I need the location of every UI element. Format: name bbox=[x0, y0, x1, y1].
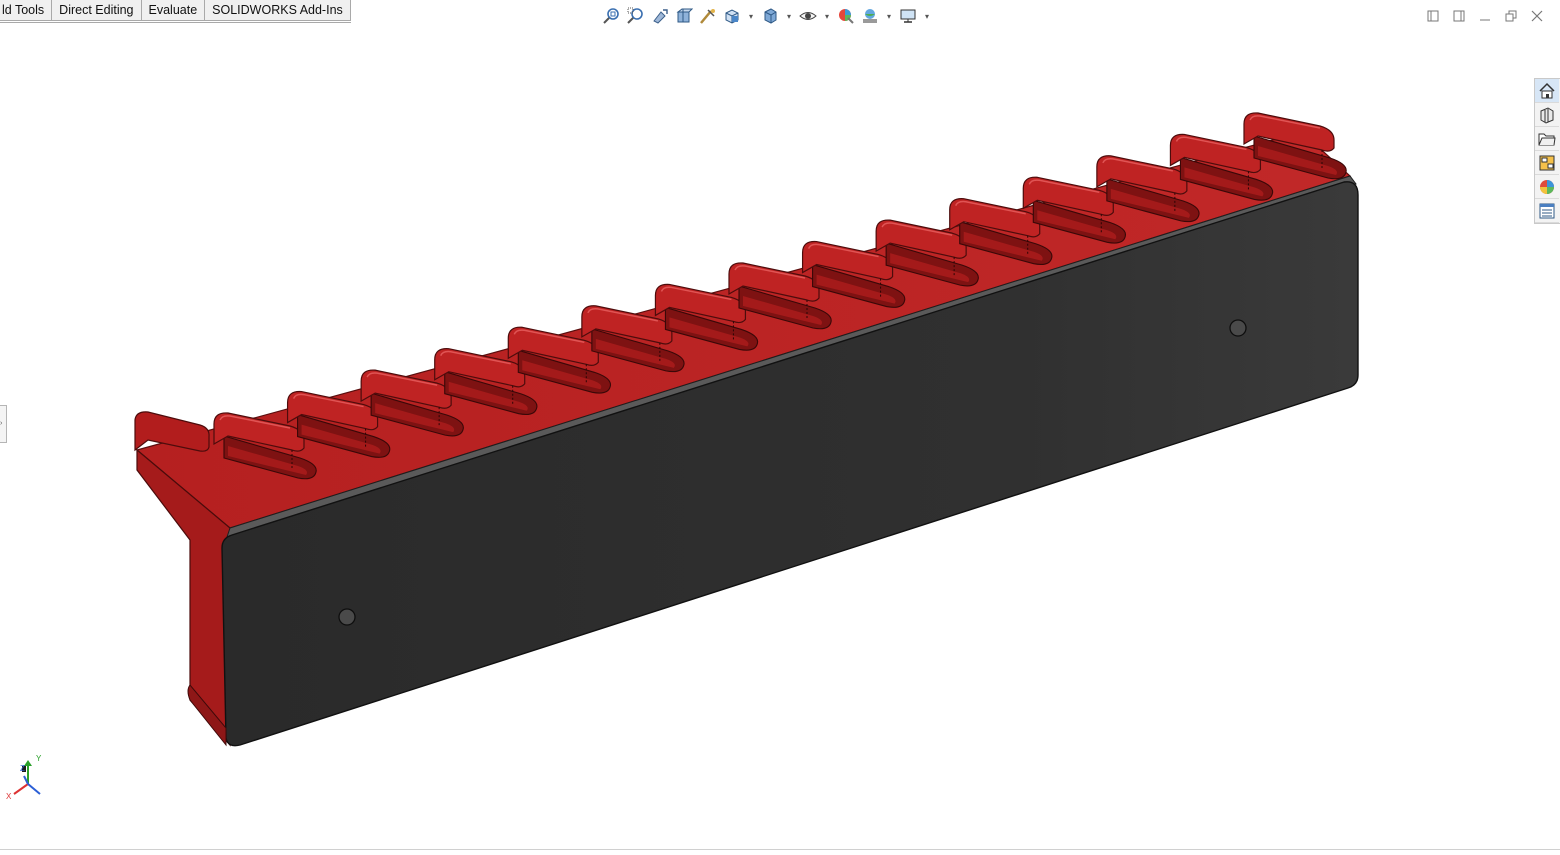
tab-weld-tools[interactable]: ld Tools bbox=[0, 0, 53, 21]
tab-evaluate[interactable]: Evaluate bbox=[141, 0, 206, 21]
hide-show-items-icon[interactable] bbox=[796, 5, 820, 27]
dynamic-annotation-icon[interactable] bbox=[696, 5, 720, 27]
zoom-to-area-icon[interactable] bbox=[624, 5, 648, 27]
solidworks-resources-icon[interactable] bbox=[1535, 79, 1559, 103]
graphics-area[interactable] bbox=[0, 0, 1560, 850]
feature-manager-collapse-handle[interactable]: › bbox=[0, 405, 7, 443]
chevron-down-icon: ▾ bbox=[748, 11, 753, 21]
chevron-down-icon: ▾ bbox=[924, 11, 929, 21]
end-tab bbox=[134, 411, 210, 452]
display-style-dropdown[interactable]: ▾ bbox=[782, 5, 796, 27]
chevron-down-icon: ▾ bbox=[886, 11, 891, 21]
apply-scene-icon[interactable] bbox=[858, 5, 882, 27]
view-settings-icon[interactable] bbox=[896, 5, 920, 27]
close-icon[interactable] bbox=[1524, 7, 1550, 25]
rack-body bbox=[134, 112, 1359, 747]
zoom-to-fit-icon[interactable] bbox=[600, 5, 624, 27]
command-manager-tabs: ld Tools Direct Editing Evaluate SOLIDWO… bbox=[0, 0, 351, 23]
triad-x-label: X bbox=[6, 792, 12, 801]
chevron-down-icon: ▾ bbox=[786, 11, 791, 21]
previous-view-icon[interactable] bbox=[648, 5, 672, 27]
section-view-icon[interactable] bbox=[672, 5, 696, 27]
reference-triad: Y Z X bbox=[4, 754, 50, 802]
apply-scene-dropdown[interactable]: ▾ bbox=[882, 5, 896, 27]
hide-show-dropdown[interactable]: ▾ bbox=[820, 5, 834, 27]
tab-solidworks-add-ins[interactable]: SOLIDWORKS Add-Ins bbox=[205, 0, 351, 21]
tile-left-icon[interactable] bbox=[1420, 7, 1446, 25]
chevron-down-icon: ▾ bbox=[824, 11, 829, 21]
expand-arrow-icon: › bbox=[0, 420, 3, 427]
design-library-icon[interactable] bbox=[1535, 103, 1559, 127]
view-palette-icon[interactable] bbox=[1535, 151, 1559, 175]
tab-direct-editing[interactable]: Direct Editing bbox=[52, 0, 142, 21]
minimize-icon[interactable] bbox=[1472, 7, 1498, 25]
appearances-scenes-icon[interactable] bbox=[1535, 175, 1559, 199]
triad-y-label: Y bbox=[36, 754, 42, 763]
view-orientation-dropdown[interactable]: ▾ bbox=[744, 5, 758, 27]
edit-appearance-icon[interactable] bbox=[834, 5, 858, 27]
custom-properties-icon[interactable] bbox=[1535, 199, 1559, 223]
file-explorer-icon[interactable] bbox=[1535, 127, 1559, 151]
part-model[interactable] bbox=[0, 0, 1560, 850]
view-orientation-icon[interactable] bbox=[720, 5, 744, 27]
task-pane-tabs bbox=[1534, 78, 1560, 224]
triad-z-label: Z bbox=[20, 764, 25, 773]
view-settings-dropdown[interactable]: ▾ bbox=[920, 5, 934, 27]
restore-icon[interactable] bbox=[1498, 7, 1524, 25]
mount-hole-right bbox=[1229, 319, 1247, 337]
window-controls bbox=[1420, 7, 1550, 25]
heads-up-view-toolbar: ▾ ▾ ▾ ▾ ▾ bbox=[600, 4, 934, 28]
tile-right-icon[interactable] bbox=[1446, 7, 1472, 25]
display-style-icon[interactable] bbox=[758, 5, 782, 27]
mount-hole-left bbox=[338, 608, 356, 626]
